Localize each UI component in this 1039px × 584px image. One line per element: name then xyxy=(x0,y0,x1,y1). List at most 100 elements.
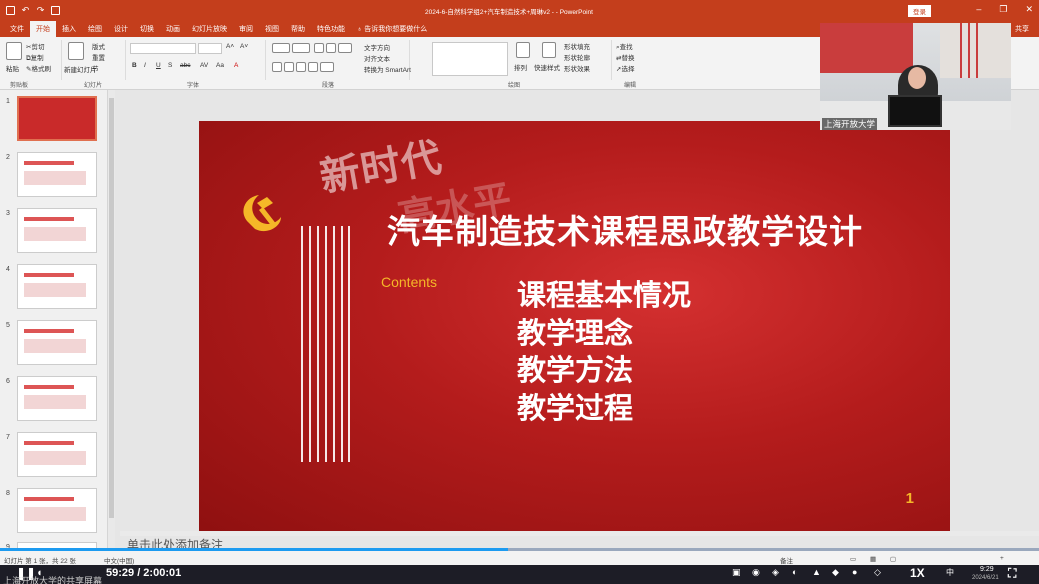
arrange-button[interactable]: 排列 xyxy=(514,62,527,72)
reading-view-icon[interactable]: ▢ xyxy=(890,555,896,563)
tab-features[interactable]: 特色功能 xyxy=(311,24,351,37)
tab-animations[interactable]: 动画 xyxy=(160,24,186,37)
close-icon[interactable]: ✕ xyxy=(1025,4,1033,15)
bold-icon[interactable]: B xyxy=(132,62,137,69)
tray-app-icon[interactable]: ▣ xyxy=(732,567,741,581)
zoom-in-button[interactable]: + xyxy=(1000,555,1004,562)
underline-icon[interactable]: U xyxy=(156,62,161,69)
tab-help[interactable]: 帮助 xyxy=(285,24,311,37)
font-name-select[interactable] xyxy=(130,43,196,54)
tray-app-icon[interactable]: ▲ xyxy=(812,567,821,581)
undo-icon[interactable]: ↶ xyxy=(21,6,30,15)
present-icon[interactable] xyxy=(51,6,60,15)
cut-button[interactable]: ✂剪切 xyxy=(26,41,44,51)
copy-button[interactable]: ⧉复制 xyxy=(26,52,44,63)
slide-thumbnail[interactable] xyxy=(17,96,97,141)
thumbnail-number: 2 xyxy=(6,154,10,161)
language-indicator[interactable]: 中文(中国) xyxy=(104,555,134,565)
minimize-icon[interactable]: – xyxy=(976,4,981,15)
tray-app-icon[interactable]: ◇ xyxy=(874,567,881,581)
thumbnail-pane[interactable]: 123456789 xyxy=(0,90,108,584)
slide-thumbnail[interactable] xyxy=(17,208,97,253)
text-direction-button[interactable]: 文字方向 xyxy=(364,42,390,52)
fullscreen-icon[interactable]: ⛶ xyxy=(1008,566,1016,581)
slide-thumbnail[interactable] xyxy=(17,432,97,477)
shrink-font-icon[interactable]: A˅ xyxy=(240,43,248,50)
slide-thumbnail[interactable] xyxy=(17,152,97,197)
font-size-select[interactable] xyxy=(198,43,222,54)
tray-app-icon[interactable]: ◉ xyxy=(752,567,760,581)
shapes-gallery[interactable] xyxy=(432,42,508,76)
ime-indicator[interactable]: 中 xyxy=(946,567,954,581)
sorter-view-icon[interactable]: ▦ xyxy=(870,555,876,563)
bullets-icon[interactable] xyxy=(272,43,290,53)
format-painter-button[interactable]: ✎格式刷 xyxy=(26,63,51,73)
tray-app-icon[interactable]: ◐ xyxy=(792,567,797,581)
paste-icon[interactable] xyxy=(6,42,22,60)
shadow-icon[interactable]: S xyxy=(168,62,172,69)
increase-indent-icon[interactable] xyxy=(326,43,336,53)
scrollbar-thumb[interactable] xyxy=(109,98,114,518)
paste-button[interactable]: 粘贴 xyxy=(6,63,19,73)
slide-thumbnail[interactable] xyxy=(17,320,97,365)
slide-thumbnail[interactable] xyxy=(17,376,97,421)
line-spacing-icon[interactable] xyxy=(338,43,352,53)
tab-transitions[interactable]: 切换 xyxy=(134,24,160,37)
tray-app-icon[interactable]: ● xyxy=(852,567,857,581)
font-color-icon[interactable]: A xyxy=(234,62,238,69)
login-button[interactable]: 登录 xyxy=(908,5,931,17)
normal-view-icon[interactable]: ▭ xyxy=(850,555,856,563)
tab-design[interactable]: 设计 xyxy=(108,24,134,37)
new-slide-icon[interactable] xyxy=(68,42,84,60)
shape-outline-button[interactable]: 形状轮廓 xyxy=(564,52,590,62)
align-right-icon[interactable] xyxy=(296,62,306,72)
shape-fill-button[interactable]: 形状填充 xyxy=(564,41,590,51)
share-button[interactable]: 共享 xyxy=(1015,24,1029,34)
tray-app-icon[interactable]: ◈ xyxy=(772,567,779,581)
redo-icon[interactable]: ↷ xyxy=(36,6,45,15)
char-spacing-icon[interactable]: AV xyxy=(200,62,208,69)
tab-file[interactable]: 文件 xyxy=(4,24,30,37)
tab-home[interactable]: 开始 xyxy=(30,21,56,37)
tray-app-icon[interactable]: ◆ xyxy=(832,567,839,581)
tab-draw[interactable]: 绘图 xyxy=(82,24,108,37)
smartart-button[interactable]: 转换为 SmartArt xyxy=(364,64,411,74)
layout-button[interactable]: 版式 xyxy=(92,41,105,51)
align-left-icon[interactable] xyxy=(272,62,282,72)
quick-styles-icon[interactable] xyxy=(542,42,556,58)
slide-canvas[interactable]: 新时代 高水平 汽车制造技术课程思政教学设计 Contents 课程基本情况 教… xyxy=(199,121,950,531)
numbering-icon[interactable] xyxy=(292,43,310,53)
camera-pip[interactable]: 上海开放大学 xyxy=(820,23,1011,130)
notes-button[interactable]: 备注 xyxy=(780,555,793,565)
horizontal-scrollbar[interactable] xyxy=(120,531,1039,536)
slide-thumbnail[interactable] xyxy=(17,488,97,533)
columns-icon[interactable] xyxy=(320,62,334,72)
select-button[interactable]: ➚选择 xyxy=(616,63,634,73)
playback-progress-bar[interactable] xyxy=(0,548,1039,551)
arrange-icon[interactable] xyxy=(516,42,530,58)
slide-thumbnail[interactable] xyxy=(17,264,97,309)
strikethrough-icon[interactable]: abc xyxy=(180,62,190,69)
shape-effects-button[interactable]: 形状效果 xyxy=(564,63,590,73)
find-button[interactable]: ⌕查找 xyxy=(616,41,633,52)
align-center-icon[interactable] xyxy=(284,62,294,72)
thumbnail-scrollbar[interactable] xyxy=(107,90,115,550)
tab-slideshow[interactable]: 幻灯片放映 xyxy=(186,24,233,37)
save-icon[interactable] xyxy=(6,6,15,15)
reset-button[interactable]: 重置 xyxy=(92,52,105,62)
restore-icon[interactable]: ❐ xyxy=(999,4,1007,15)
grow-font-icon[interactable]: A˄ xyxy=(226,43,234,50)
section-button[interactable]: 节 xyxy=(92,63,99,73)
tab-view[interactable]: 视图 xyxy=(259,24,285,37)
quick-styles-button[interactable]: 快速样式 xyxy=(534,62,560,72)
justify-icon[interactable] xyxy=(308,62,318,72)
italic-icon[interactable]: I xyxy=(144,62,146,69)
speed-button[interactable]: 1X xyxy=(910,566,925,580)
tab-insert[interactable]: 插入 xyxy=(56,24,82,37)
tell-me-search[interactable]: ♁ 告诉我你想要做什么 xyxy=(351,24,433,37)
replace-button[interactable]: ⇄替换 xyxy=(616,52,634,62)
align-text-button[interactable]: 对齐文本 xyxy=(364,53,390,63)
decrease-indent-icon[interactable] xyxy=(314,43,324,53)
change-case-icon[interactable]: Aa xyxy=(216,62,224,69)
tab-review[interactable]: 审阅 xyxy=(233,24,259,37)
